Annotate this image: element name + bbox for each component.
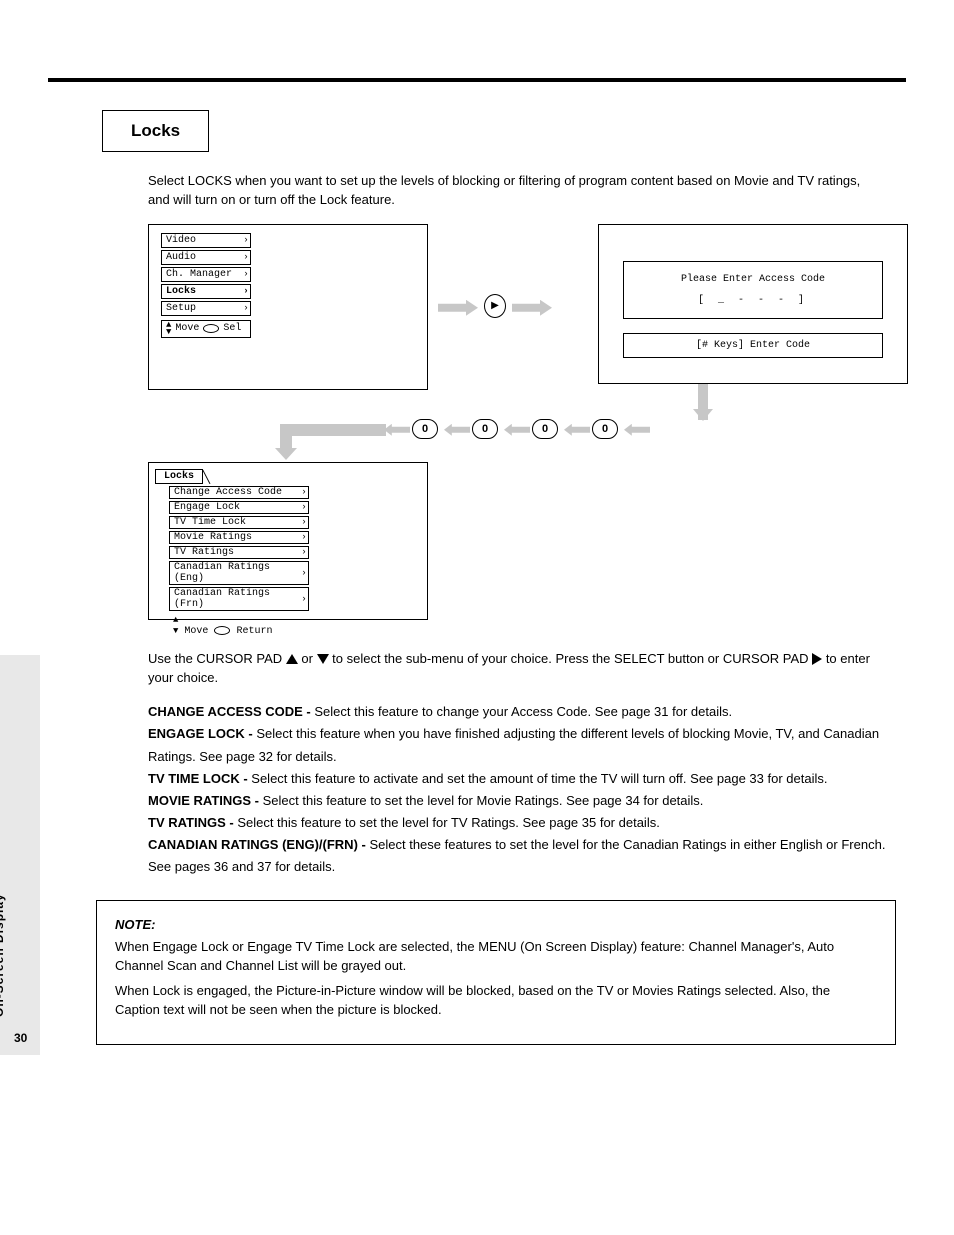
chevron-right-icon: › — [299, 502, 309, 513]
osd-locks-submenu: Locks╲ Change Access Code› Engage Lock› TV… — [148, 462, 428, 620]
chevron-right-icon: › — [299, 562, 309, 584]
side-caption: On-Screen Display — [0, 893, 6, 1017]
option-item: TV RATINGS - Select this feature to set … — [148, 812, 888, 834]
digit-key-0-c[interactable]: 0 — [472, 419, 498, 439]
arrow-left-4 — [444, 424, 470, 436]
locks-submenu-item[interactable]: TV Ratings› — [169, 546, 309, 559]
chevron-right-icon: › — [241, 251, 251, 264]
diagram-row-1: Video› Audio› Ch. Manager› Locks› Setup› ▲▼ … — [148, 224, 908, 424]
option-label: MOVIE RATINGS - — [148, 793, 263, 808]
locks-submenu-item[interactable]: Movie Ratings› — [169, 531, 309, 544]
option-item: CANADIAN RATINGS (ENG)/(FRN) - Select th… — [148, 834, 888, 878]
main-menu-item[interactable]: Audio› — [161, 250, 251, 265]
option-label: TV RATINGS - — [148, 815, 237, 830]
option-item: MOVIE RATINGS - Select this feature to s… — [148, 790, 888, 812]
locks-submenu-item[interactable]: Engage Lock› — [169, 501, 309, 514]
chevron-right-icon: › — [299, 532, 309, 543]
locks-submenu-item[interactable]: Canadian Ratings (Eng)› — [169, 561, 309, 585]
main-menu-item[interactable]: Locks› — [161, 284, 251, 299]
digit-sequence: 0 0 0 0 — [148, 416, 908, 456]
osd-access-code: Please Enter Access Code [ _ - - - ] [# … — [598, 224, 908, 384]
locks-submenu-item[interactable]: TV Time Lock› — [169, 516, 309, 529]
arrow-down-icon — [275, 448, 297, 460]
locks-submenu-item[interactable]: Change Access Code› — [169, 486, 309, 499]
note-paragraph-1: When Engage Lock or Engage TV Time Lock … — [115, 938, 877, 976]
flow-line-horizontal — [280, 424, 386, 436]
chevron-right-icon: › — [299, 547, 309, 558]
top-rule — [48, 78, 906, 82]
option-item: CHANGE ACCESS CODE - Select this feature… — [148, 701, 888, 723]
note-title: NOTE: — [115, 917, 877, 932]
osd-main-menu: Video› Audio› Ch. Manager› Locks› Setup› ▲▼ … — [148, 224, 428, 390]
options-list: CHANGE ACCESS CODE - Select this feature… — [148, 701, 888, 878]
chevron-right-icon: › — [241, 234, 251, 247]
cursor-down-icon — [317, 654, 329, 664]
intro-text: Select LOCKS when you want to set up the… — [148, 172, 868, 210]
option-label: CHANGE ACCESS CODE - — [148, 704, 314, 719]
option-label: CANADIAN RATINGS (ENG)/(FRN) - — [148, 837, 369, 852]
chevron-right-icon: › — [241, 285, 251, 298]
flow-line-down — [698, 384, 708, 420]
option-item: TV TIME LOCK - Select this feature to ac… — [148, 768, 888, 790]
arrow-left-5 — [384, 424, 410, 436]
chevron-right-icon: › — [299, 588, 309, 610]
section-title: Locks — [102, 110, 209, 152]
move-return-hint: ▲▼ Move Return — [173, 615, 421, 637]
cursor-right-icon: ▶ — [484, 294, 506, 318]
chevron-right-icon: › — [299, 517, 309, 528]
digit-key-0-d[interactable]: 0 — [412, 419, 438, 439]
digit-key-0-a[interactable]: 0 — [592, 419, 618, 439]
locks-tab: Locks╲ — [155, 469, 203, 484]
option-desc: Select this feature to set the level for… — [237, 815, 660, 830]
access-title: Please Enter Access Code — [630, 274, 876, 285]
option-label: TV TIME LOCK - — [148, 771, 251, 786]
arrow-right-1 — [438, 300, 478, 316]
arrow-right-2 — [512, 300, 552, 316]
digit-key-0-b[interactable]: 0 — [532, 419, 558, 439]
option-desc: Select this feature to change your Acces… — [314, 704, 732, 719]
cursor-right-glyph-icon — [812, 653, 822, 665]
diagram-row-2: Locks╲ Change Access Code› Engage Lock› TV… — [148, 462, 908, 642]
chevron-right-icon: › — [241, 302, 251, 315]
cursor-up-icon — [286, 654, 298, 664]
locks-submenu-item[interactable]: Canadian Ratings (Frn)› — [169, 587, 309, 611]
move-sel-hint: ▲▼ Move Sel — [161, 320, 251, 338]
option-desc: Select this feature to activate and set … — [251, 771, 827, 786]
arrow-left-2 — [564, 424, 590, 436]
chevron-right-icon: › — [241, 268, 251, 281]
option-desc: Select this feature when you have finish… — [148, 726, 879, 763]
main-menu-item[interactable]: Video› — [161, 233, 251, 248]
instruction-line: Use the CURSOR PAD or to select the sub-… — [148, 650, 888, 688]
main-menu-item[interactable]: Ch. Manager› — [161, 267, 251, 282]
main-menu-item[interactable]: Setup› — [161, 301, 251, 316]
access-hint: [# Keys] Enter Code — [623, 333, 883, 358]
note-paragraph-2: When Lock is engaged, the Picture-in-Pic… — [115, 982, 877, 1020]
arrow-left-3 — [504, 424, 530, 436]
note-box: NOTE: When Engage Lock or Engage TV Time… — [96, 900, 896, 1044]
option-desc: Select this feature to set the level for… — [263, 793, 704, 808]
arrow-left-1 — [624, 424, 650, 436]
option-label: ENGAGE LOCK - — [148, 726, 256, 741]
chevron-right-icon: › — [299, 487, 309, 498]
access-code-field[interactable]: [ _ - - - ] — [630, 295, 876, 306]
option-item: ENGAGE LOCK - Select this feature when y… — [148, 723, 888, 767]
page-number: 30 — [14, 1031, 27, 1045]
